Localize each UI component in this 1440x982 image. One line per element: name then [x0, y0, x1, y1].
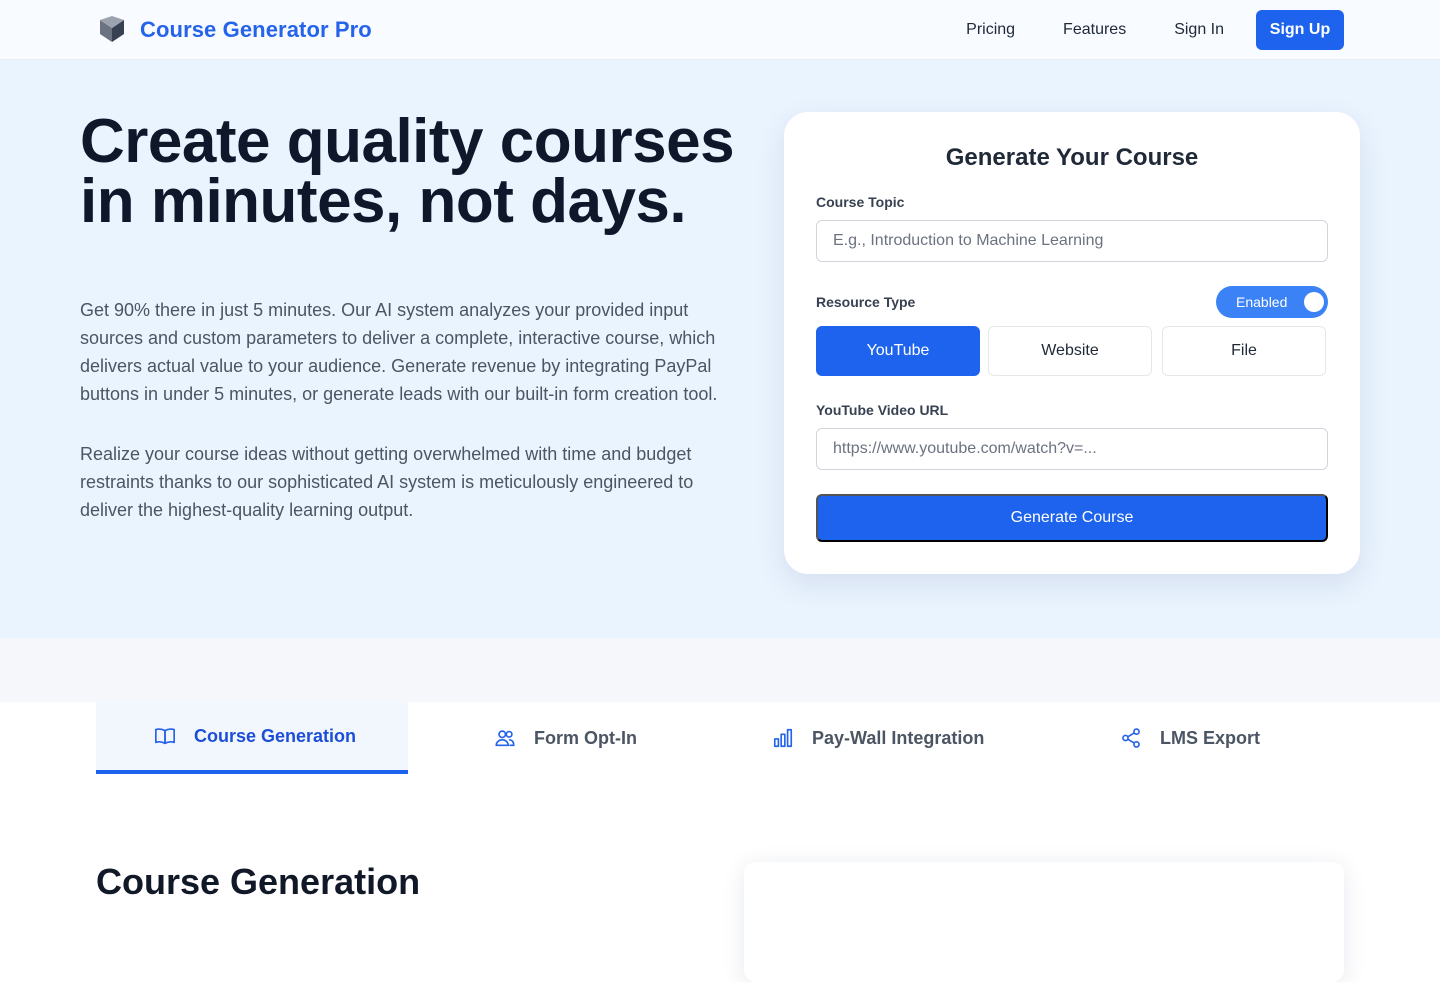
hero-paragraph-2: Realize your course ideas without gettin…: [80, 444, 694, 520]
toggle-knob: [1304, 292, 1324, 312]
hero-title: Create quality courses in minutes, not d…: [80, 111, 780, 233]
nav-features-link[interactable]: Features: [1063, 21, 1126, 39]
course-topic-input[interactable]: [816, 220, 1328, 262]
section-title: Course Generation: [96, 861, 421, 902]
generate-course-button[interactable]: Generate Course: [816, 494, 1328, 542]
feature-tabs: Course Generation Form Opt-In Pay-Wall I…: [0, 702, 1440, 776]
tab-label: Form Opt-In: [534, 727, 637, 748]
generate-course-card: Generate Your Course Course Topic Resour…: [784, 112, 1360, 574]
resource-option-file[interactable]: File: [1162, 326, 1326, 376]
sign-up-button[interactable]: Sign Up: [1256, 10, 1344, 50]
resource-enabled-toggle[interactable]: Enabled: [1216, 286, 1328, 318]
share-icon: [1122, 728, 1140, 748]
youtube-url-input[interactable]: [816, 428, 1328, 470]
toggle-label: Enabled: [1236, 294, 1288, 310]
resource-option-website[interactable]: Website: [988, 326, 1152, 376]
youtube-url-label: YouTube Video URL: [816, 402, 949, 418]
tab-label: LMS Export: [1160, 727, 1261, 748]
tab-label: Pay-Wall Integration: [812, 727, 985, 748]
section-preview-card: [744, 862, 1344, 982]
resource-option-youtube[interactable]: YouTube: [816, 326, 980, 376]
tab-lms-export[interactable]: LMS Export: [1120, 702, 1260, 774]
main-nav: Pricing Features Sign In Sign Up: [966, 10, 1344, 50]
hero-paragraph-1: Get 90% there in just 5 minutes. Our AI …: [80, 300, 718, 404]
nav-pricing-link[interactable]: Pricing: [966, 21, 1015, 39]
tab-course-generation[interactable]: Course Generation: [96, 702, 408, 774]
nav-sign-in-link[interactable]: Sign In: [1174, 21, 1224, 39]
top-header: Course Generator Pro Pricing Features Si…: [0, 0, 1440, 60]
divider-band: [0, 638, 1440, 702]
tab-form-opt-in[interactable]: Form Opt-In: [494, 702, 637, 774]
tab-label: Course Generation: [194, 725, 357, 746]
card-title: Generate Your Course: [945, 144, 1199, 171]
resource-type-label: Resource Type: [816, 294, 916, 310]
course-topic-label: Course Topic: [816, 194, 905, 210]
hero-title-line-1: Create quality courses: [80, 107, 735, 176]
book-open-icon: [155, 728, 175, 745]
hero-title-line-2: in minutes, not days.: [80, 167, 687, 236]
users-icon: [495, 730, 515, 747]
hero-section: Create quality courses in minutes, not d…: [0, 60, 1440, 638]
brand-logo[interactable]: Course Generator Pro: [96, 14, 372, 46]
bar-chart-icon: [773, 728, 793, 748]
brand-name: Course Generator Pro: [140, 17, 372, 42]
logo-mark-icon: [100, 16, 124, 42]
tab-pay-wall-integration[interactable]: Pay-Wall Integration: [772, 702, 984, 774]
